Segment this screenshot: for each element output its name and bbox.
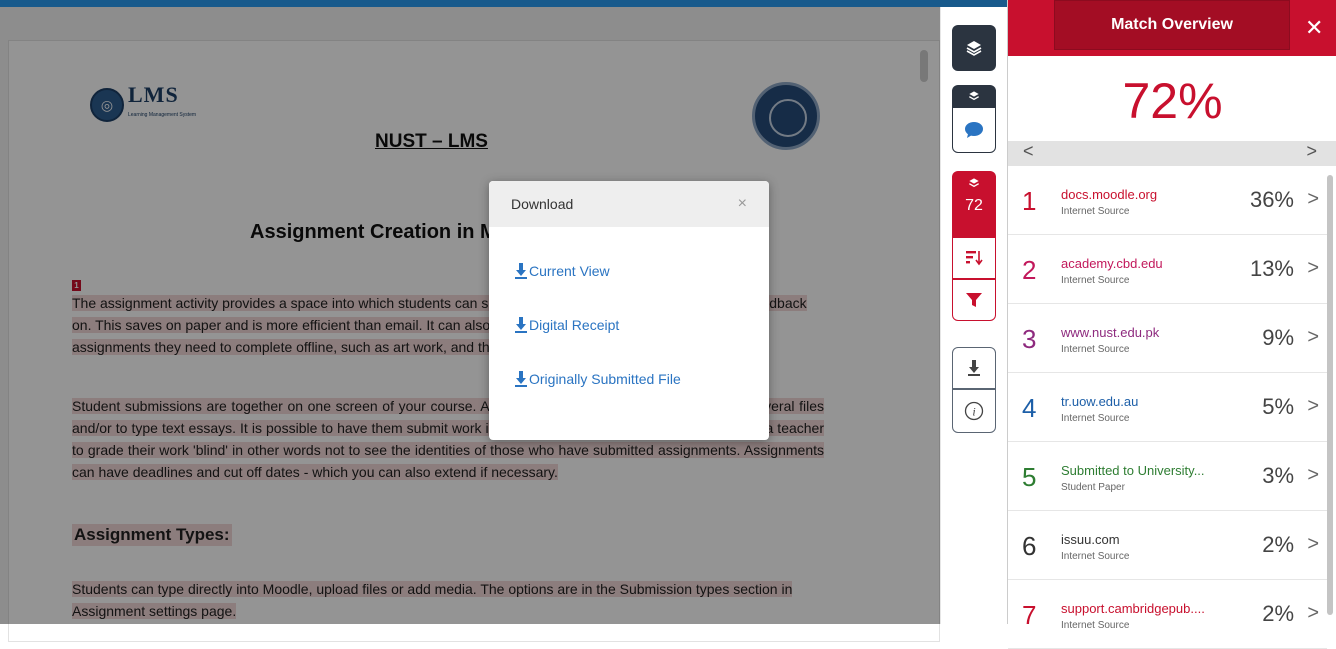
- comment-icon: [965, 122, 983, 138]
- match-row[interactable]: 2 academy.cbd.edu Internet Source 13% >: [1008, 235, 1327, 304]
- similarity-button[interactable]: 72: [952, 171, 996, 237]
- layers-icon: [969, 91, 979, 101]
- match-row[interactable]: 6 issuu.com Internet Source 2% >: [1008, 511, 1327, 580]
- download-dialog: Download × Current View Digital Receipt …: [489, 181, 769, 440]
- match-overview-panel: Match Overview ✕ 72% < > 1 docs.moodle.or…: [1007, 0, 1336, 649]
- close-icon[interactable]: ×: [738, 195, 747, 213]
- match-source-name: www.nust.edu.pk: [1061, 325, 1160, 340]
- match-rank: 5: [1022, 462, 1037, 492]
- download-icon: [515, 317, 527, 333]
- download-icon: [968, 360, 980, 376]
- match-percentage: 13%: [1249, 256, 1294, 281]
- match-row[interactable]: 5 Submitted to University... Student Paper…: [1008, 442, 1327, 511]
- filter-button[interactable]: [952, 279, 996, 321]
- modal-backdrop[interactable]: [0, 7, 940, 624]
- match-overview-tab[interactable]: Match Overview: [1054, 0, 1290, 50]
- chevron-right-icon[interactable]: >: [1307, 257, 1319, 280]
- match-percentage: 2%: [1262, 601, 1294, 626]
- download-icon: [515, 371, 527, 387]
- match-percentage: 3%: [1262, 463, 1294, 488]
- match-source-name: support.cambridgepub....: [1061, 601, 1205, 616]
- chevron-right-icon[interactable]: >: [1307, 602, 1319, 625]
- match-source-name: academy.cbd.edu: [1061, 256, 1163, 271]
- info-button[interactable]: i: [952, 389, 996, 433]
- comments-button[interactable]: [952, 107, 996, 153]
- download-current-view-link[interactable]: Current View: [515, 263, 610, 279]
- panel-header: Match Overview ✕: [1008, 0, 1336, 56]
- match-source-type: Internet Source: [1061, 551, 1130, 562]
- layers-icon: [966, 41, 982, 56]
- match-source-type: Internet Source: [1061, 275, 1130, 286]
- match-source-type: Internet Source: [1061, 413, 1130, 424]
- layers-tab[interactable]: [952, 85, 996, 107]
- match-percentage: 36%: [1249, 187, 1294, 212]
- match-source-name: tr.uow.edu.au: [1061, 394, 1139, 409]
- close-icon[interactable]: ✕: [1305, 17, 1323, 39]
- chevron-right-icon[interactable]: >: [1307, 326, 1319, 349]
- match-percentage: 9%: [1262, 325, 1294, 350]
- download-link-label: Digital Receipt: [529, 317, 620, 333]
- match-percentage: 5%: [1262, 394, 1294, 419]
- download-button[interactable]: [952, 347, 996, 389]
- similarity-count: 72: [965, 197, 983, 214]
- sort-icon: [966, 251, 983, 266]
- match-row[interactable]: 7 support.cambridgepub.... Internet Source…: [1008, 580, 1327, 649]
- match-source-name: docs.moodle.org: [1061, 187, 1158, 202]
- match-list: 1 docs.moodle.org Internet Source 36% >2 acad…: [1008, 166, 1327, 649]
- side-toolbar: 72 i: [940, 7, 1008, 624]
- match-rank: 7: [1022, 600, 1037, 630]
- match-rank: 3: [1022, 324, 1037, 354]
- dialog-title: Download: [511, 196, 574, 212]
- match-source-type: Internet Source: [1061, 620, 1130, 631]
- chevron-right-icon[interactable]: >: [1307, 464, 1319, 487]
- match-source-type: Internet Source: [1061, 344, 1130, 355]
- layers-icon: [969, 178, 979, 188]
- panel-scrollbar[interactable]: [1327, 175, 1333, 615]
- chevron-right-icon[interactable]: >: [1307, 395, 1319, 418]
- filter-icon: [966, 293, 982, 307]
- match-source-type: Internet Source: [1061, 206, 1130, 217]
- match-rank: 1: [1022, 186, 1037, 216]
- match-row[interactable]: 1 docs.moodle.org Internet Source 36% >: [1008, 166, 1327, 235]
- layers-button[interactable]: [952, 25, 996, 71]
- match-source-name: Submitted to University...: [1061, 463, 1205, 478]
- info-icon: i: [964, 401, 984, 421]
- match-row[interactable]: 4 tr.uow.edu.au Internet Source 5% >: [1008, 373, 1327, 442]
- download-digital-receipt-link[interactable]: Digital Receipt: [515, 317, 619, 333]
- dialog-header: Download ×: [489, 181, 769, 227]
- svg-text:i: i: [972, 405, 975, 419]
- download-link-label: Current View: [529, 263, 610, 279]
- top-accent-bar: [0, 0, 1007, 7]
- match-pager: < >: [1008, 141, 1336, 166]
- match-rank: 6: [1022, 531, 1037, 561]
- download-original-file-link[interactable]: Originally Submitted File: [515, 371, 681, 387]
- chevron-right-icon[interactable]: >: [1307, 533, 1319, 556]
- match-percentage: 2%: [1262, 532, 1294, 557]
- chevron-left-icon[interactable]: <: [1023, 141, 1034, 162]
- match-source-type: Student Paper: [1061, 482, 1125, 493]
- chevron-right-icon[interactable]: >: [1307, 188, 1319, 211]
- match-rank: 4: [1022, 393, 1037, 423]
- download-link-label: Originally Submitted File: [529, 371, 681, 387]
- download-icon: [515, 263, 527, 279]
- match-row[interactable]: 3 www.nust.edu.pk Internet Source 9% >: [1008, 304, 1327, 373]
- chevron-right-icon[interactable]: >: [1306, 141, 1317, 162]
- match-rank: 2: [1022, 255, 1037, 285]
- sort-button[interactable]: [952, 237, 996, 279]
- match-source-name: issuu.com: [1061, 532, 1120, 547]
- overall-similarity: 72%: [1122, 73, 1223, 129]
